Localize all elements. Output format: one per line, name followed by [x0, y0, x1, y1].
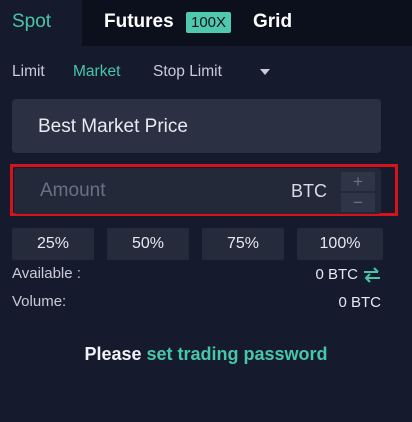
- order-type-stop-limit[interactable]: Stop Limit: [153, 63, 222, 81]
- trade-type-tabs: Spot Futures 100X Grid: [0, 0, 412, 46]
- tab-spot[interactable]: Spot: [0, 0, 82, 46]
- percent-75-button[interactable]: 75%: [202, 228, 284, 260]
- percent-50-button[interactable]: 50%: [107, 228, 189, 260]
- percent-100-button[interactable]: 100%: [297, 228, 383, 260]
- volume-value: 0 BTC: [338, 294, 381, 311]
- order-type-market[interactable]: Market: [73, 63, 120, 81]
- available-label: Available :: [12, 265, 81, 282]
- price-field: Best Market Price: [12, 99, 381, 153]
- password-prompt: Please set trading password: [0, 344, 412, 365]
- amount-field: BTC + −: [14, 168, 381, 214]
- available-value: 0 BTC: [315, 266, 358, 283]
- volume-label: Volume:: [12, 293, 67, 310]
- amount-unit: BTC: [291, 181, 327, 201]
- decrement-button[interactable]: −: [341, 193, 375, 212]
- chevron-down-icon[interactable]: [260, 69, 270, 75]
- tab-futures[interactable]: Futures: [104, 11, 174, 33]
- set-password-link[interactable]: set trading password: [147, 344, 328, 364]
- price-value: Best Market Price: [38, 116, 188, 137]
- increment-button[interactable]: +: [341, 172, 375, 191]
- percent-25-button[interactable]: 25%: [12, 228, 94, 260]
- tab-grid[interactable]: Grid: [253, 11, 292, 33]
- swap-arrows-icon[interactable]: [362, 266, 382, 284]
- prompt-prefix: Please: [84, 344, 142, 364]
- amount-input[interactable]: [38, 176, 252, 206]
- leverage-badge: 100X: [186, 12, 232, 33]
- order-type-limit[interactable]: Limit: [12, 63, 45, 81]
- tab-spot-label: Spot: [12, 11, 52, 32]
